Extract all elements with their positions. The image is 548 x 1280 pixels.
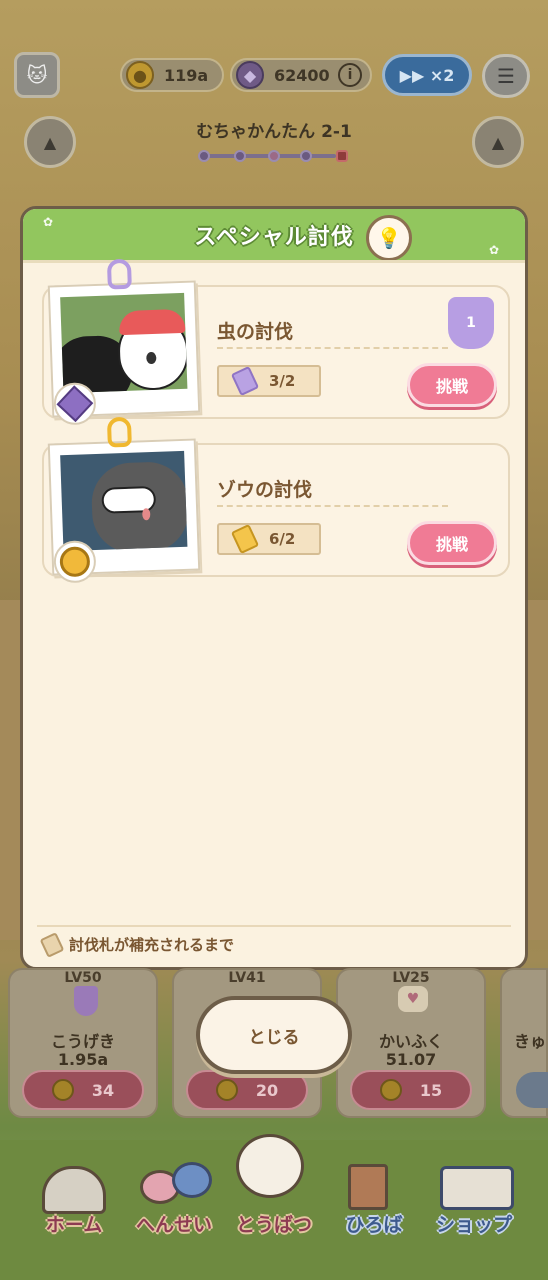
coin-icon: ● [126,61,154,89]
rank-badge-icon: 1 [448,297,494,349]
progress-dot [198,150,210,162]
coin-value: 119a [164,65,209,85]
gem-value: 62400 [274,65,330,85]
upgrade-cost: 20 [255,1080,279,1100]
paperclip-icon [106,416,132,448]
refill-notice-text: 討伐札が補充されるまで [69,936,235,954]
coin-icon [59,546,91,578]
rank-value: 1 [466,315,476,331]
close-label: とじる [248,1027,300,1048]
upgrade-cost-button[interactable]: 15 [350,1070,472,1110]
dialog-title: スペシャル討伐 [194,225,354,250]
upgrade-name: きゅ [514,1032,547,1051]
nav-battle[interactable]: とうばつ [226,1210,322,1237]
special-subjugation-dialog: ✿ ✿ スペシャル討伐 💡 虫の討伐 1 3/2 挑戦 ゾウの討伐 6/2 挑戦… [20,206,528,970]
list-menu-icon: ☰ [497,64,515,88]
profile-button[interactable]: 🐱 [14,52,60,98]
upgrade-cost: 34 [91,1080,115,1100]
gem-icon [56,385,94,423]
upgrade-level: LV41 [228,970,266,986]
heart-plus-icon: ♥ [398,986,428,1012]
upgrade-name: こうげき [50,1032,115,1051]
mission-photo [47,258,201,426]
coin-icon [51,1079,74,1101]
divider [217,505,448,507]
upgrade-name: かいふく [378,1032,443,1051]
paperclip-icon [106,258,132,290]
lightbulb-icon: 💡 [376,226,402,250]
nav-formation-label: へんせい [135,1214,212,1236]
coin-icon [379,1079,402,1101]
ticket-icon [39,931,65,958]
upgrade-cost-button[interactable]: 34 [22,1070,144,1110]
coin-icon [215,1079,238,1101]
mission-name: 虫の討伐 [217,321,294,343]
coin-counter: ● 119a [120,58,224,92]
divider [217,347,448,349]
nav-shop-label: ショップ [435,1214,512,1236]
footer-divider [37,925,511,927]
progress-dot [234,150,246,162]
upgrade-card-attack: LV50 こうげき 1.95a 34 [8,968,158,1118]
ticket-icon [230,523,260,555]
boss-icon [336,150,348,162]
gem-counter: ◆ 62400 i [230,58,372,92]
speed-label: ▶▶ ×2 [399,65,455,85]
cat-face-icon: 🐱 [26,63,48,87]
nav-home[interactable]: ホーム [36,1210,112,1237]
home-house-icon [42,1166,106,1214]
signpost-icon [348,1164,388,1210]
hint-button[interactable]: 💡 [366,215,412,261]
upgrade-cost-button[interactable]: 20 [186,1070,308,1110]
challenge-button[interactable]: 挑戦 [407,521,497,565]
upgrade-card-partial: きゅ [500,968,548,1118]
close-button[interactable]: とじる [196,996,352,1074]
upgrade-cost-button[interactable] [516,1072,548,1108]
progress-dot [300,150,312,162]
upgrade-cost: 15 [419,1080,443,1100]
nav-home-label: ホーム [45,1214,103,1236]
photo-image [60,292,188,394]
stage-progress [196,148,356,164]
ticket-counter: 6/2 [217,523,321,555]
ticket-count: 6/2 [269,530,296,548]
gem-icon: ◆ [236,61,264,89]
refill-notice: 討伐札が補充されるまで [39,931,235,958]
nav-plaza-label: ひろば [345,1214,403,1236]
speed-toggle-button[interactable]: ▶▶ ×2 [382,54,472,96]
ticket-icon [230,365,260,397]
dialog-header: ✿ ✿ スペシャル討伐 💡 [23,209,525,263]
nav-plaza[interactable]: ひろば [334,1210,414,1237]
challenge-label: 挑戦 [435,535,468,554]
upgrade-card-heal: LV25 ♥ かいふく 51.07 15 [336,968,486,1118]
photo-image [60,450,188,552]
nav-battle-label: とうばつ [235,1214,312,1236]
mission-photo [47,416,201,584]
nav-shop[interactable]: ショップ [426,1210,522,1237]
mission-card-elephant: ゾウの討伐 6/2 挑戦 [42,416,510,584]
upgrade-value: 51.07 [385,1050,437,1069]
progress-dot-current [268,150,280,162]
shop-building-icon [440,1166,514,1210]
info-icon[interactable]: i [338,63,362,87]
upgrade-level: LV25 [392,970,430,986]
upgrade-level: LV50 [64,970,102,986]
gem-reward-badge [53,382,97,426]
nav-formation[interactable]: へんせい [126,1210,222,1237]
attack-icon [74,986,98,1016]
hamster-icon [236,1134,304,1198]
challenge-label: 挑戦 [435,377,468,396]
stage-title: むちゃかんたん 2-1 [196,122,352,142]
menu-button[interactable]: ☰ [482,54,530,98]
challenge-button[interactable]: 挑戦 [407,363,497,407]
ticket-count: 3/2 [269,372,296,390]
upgrade-value: 1.95a [57,1050,109,1069]
ticket-counter: 3/2 [217,365,321,397]
mission-card-bug: 虫の討伐 1 3/2 挑戦 [42,258,510,426]
coin-reward-badge [53,540,97,584]
mission-name: ゾウの討伐 [217,479,313,501]
blue-cat-icon [172,1162,212,1198]
